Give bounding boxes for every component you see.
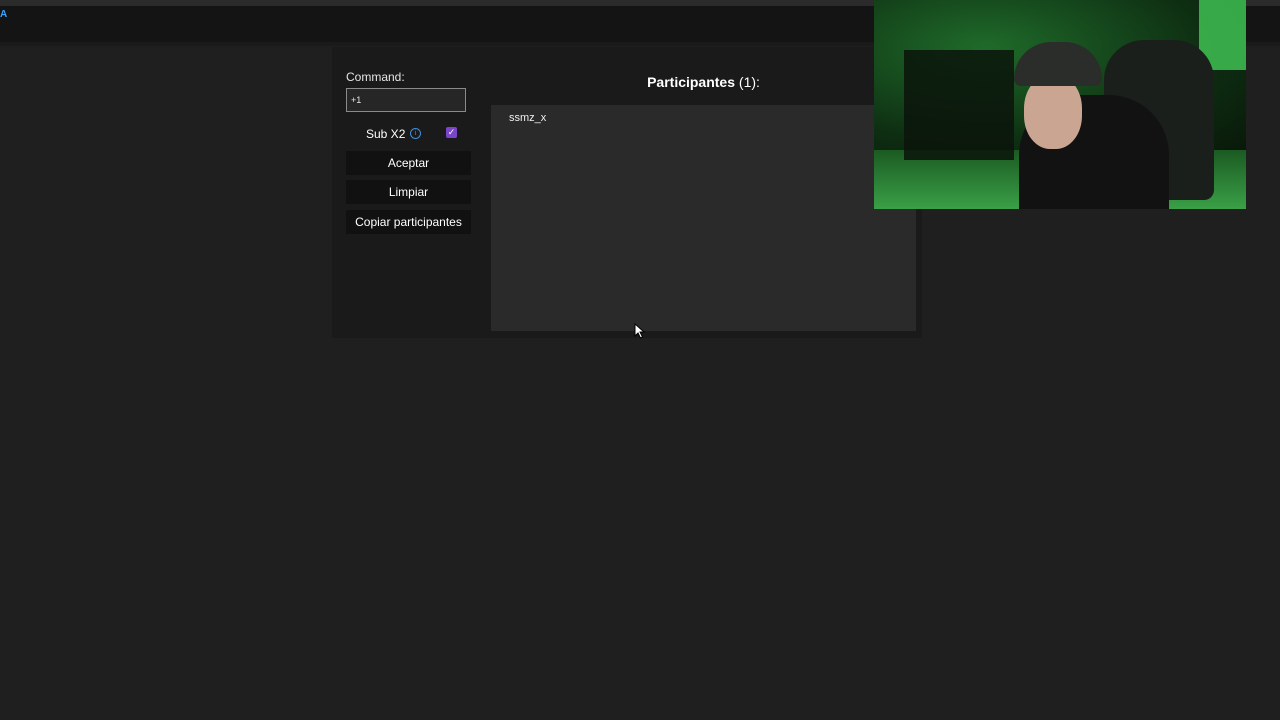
- webcam-person-face: [1024, 75, 1082, 149]
- sub-x2-checkbox[interactable]: ✓: [446, 127, 457, 138]
- participants-count: (1):: [738, 74, 760, 90]
- giveaway-panel: Command: Sub X2 i ✓ Aceptar Limpiar Copi…: [332, 47, 922, 338]
- corner-mark[interactable]: A: [0, 9, 7, 20]
- participants-title: Participantes (1):: [491, 74, 916, 90]
- webcam-overlay: [874, 0, 1246, 209]
- webcam-shelf: [904, 50, 1014, 160]
- sub-x2-row: Sub X2 i ✓: [366, 126, 458, 142]
- participants-list[interactable]: ssmz_x: [491, 105, 916, 331]
- sub-x2-label: Sub X2: [366, 127, 406, 141]
- info-icon[interactable]: i: [410, 128, 421, 139]
- participant-item[interactable]: ssmz_x: [509, 112, 546, 124]
- mouse-pointer-icon: [634, 323, 646, 339]
- participants-title-label: Participantes: [647, 74, 736, 90]
- accept-button[interactable]: Aceptar: [346, 151, 471, 175]
- command-input[interactable]: [346, 88, 466, 112]
- copy-participants-button[interactable]: Copiar participantes: [346, 210, 471, 234]
- command-label: Command:: [346, 70, 405, 84]
- clear-button[interactable]: Limpiar: [346, 180, 471, 204]
- controls-column: Command: Sub X2 i ✓ Aceptar Limpiar Copi…: [332, 47, 490, 338]
